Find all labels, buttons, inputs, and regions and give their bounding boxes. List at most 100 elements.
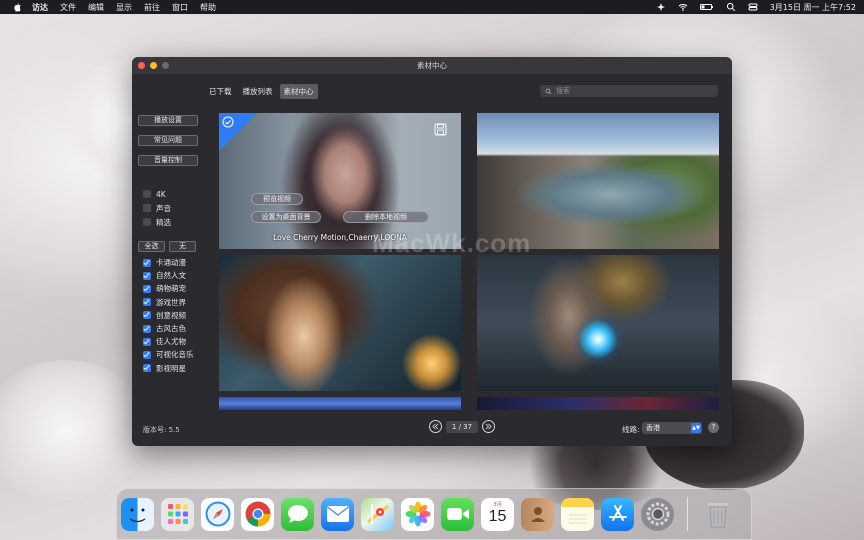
option-sound[interactable]: 声音 bbox=[143, 201, 200, 215]
page-indicator[interactable]: 1 / 37 bbox=[446, 420, 478, 433]
search-box[interactable] bbox=[540, 85, 718, 97]
calendar-month: 3月 bbox=[493, 501, 502, 508]
menu-finder[interactable]: 访达 bbox=[32, 2, 48, 13]
safari-compass bbox=[205, 501, 230, 527]
wallpaper-tile[interactable] bbox=[477, 113, 719, 249]
wifi-icon[interactable] bbox=[678, 2, 688, 12]
contacts-icon[interactable] bbox=[521, 497, 554, 531]
messages-icon[interactable] bbox=[281, 497, 314, 531]
option-featured-checkbox[interactable] bbox=[143, 218, 151, 226]
delete-local-video-button[interactable]: 删除本地视频 bbox=[343, 211, 429, 223]
category-checkbox[interactable] bbox=[143, 337, 151, 346]
category-item[interactable]: 自然人文 bbox=[143, 269, 200, 282]
help-button[interactable]: ? bbox=[708, 422, 719, 433]
search-input[interactable] bbox=[556, 87, 706, 95]
spotlight-search-icon[interactable] bbox=[726, 2, 736, 12]
volume-control-button[interactable]: 音量控制 bbox=[138, 155, 198, 166]
option-sound-checkbox[interactable] bbox=[143, 204, 151, 212]
mail-icon[interactable] bbox=[321, 497, 354, 531]
app-store-icon[interactable] bbox=[601, 497, 634, 531]
category-checkbox[interactable] bbox=[143, 311, 151, 320]
launchpad-icon[interactable] bbox=[161, 497, 194, 531]
photos-flower bbox=[405, 501, 430, 527]
category-item[interactable]: 游戏世界 bbox=[143, 296, 200, 309]
set-as-wallpaper-button[interactable]: 设置为桌面背景 bbox=[251, 211, 321, 223]
app-store-a bbox=[608, 505, 627, 521]
option-4k[interactable]: 4K bbox=[143, 187, 200, 201]
save-icon[interactable] bbox=[434, 123, 447, 136]
tab-playlist[interactable]: 播放列表 bbox=[239, 84, 277, 99]
control-center-icon[interactable] bbox=[748, 2, 758, 12]
app-status-icon[interactable] bbox=[656, 2, 666, 12]
calendar-day: 15 bbox=[488, 507, 507, 525]
search-icon bbox=[545, 88, 552, 94]
wallpaper-thumbnail bbox=[477, 397, 719, 410]
menu-window[interactable]: 窗口 bbox=[172, 2, 188, 13]
chevron-updown-icon: ▲▼ bbox=[691, 423, 701, 433]
chrome-icon[interactable] bbox=[241, 497, 274, 531]
preview-video-button[interactable]: 预览视频 bbox=[251, 193, 303, 205]
menu-help[interactable]: 帮助 bbox=[200, 2, 216, 13]
faq-button[interactable]: 常见问题 bbox=[138, 135, 198, 146]
menu-view[interactable]: 显示 bbox=[116, 2, 132, 13]
playback-settings-button[interactable]: 播放设置 bbox=[138, 115, 198, 126]
category-checkbox[interactable] bbox=[143, 284, 151, 293]
tab-material-center[interactable]: 素材中心 bbox=[279, 84, 318, 99]
select-all-button[interactable]: 全选 bbox=[138, 241, 165, 252]
apple-icon[interactable] bbox=[12, 2, 22, 12]
photos-icon[interactable] bbox=[401, 497, 434, 531]
notes-icon[interactable] bbox=[561, 497, 594, 531]
tab-bar: 已下载 播放列表 素材中心 bbox=[205, 84, 318, 99]
wallpaper-tile[interactable] bbox=[219, 255, 461, 391]
calendar-icon[interactable]: 3月 15 bbox=[481, 497, 514, 531]
category-item[interactable]: 卡通动漫 bbox=[143, 256, 200, 269]
category-item[interactable]: 可视化音乐 bbox=[143, 348, 200, 361]
wallpaper-tile[interactable] bbox=[477, 397, 719, 410]
category-list: 卡通动漫 自然人文 萌物萌宠 游戏世界 创意视频 古风古色 佳人尤物 可视化音乐… bbox=[138, 256, 200, 375]
category-item[interactable]: 佳人尤物 bbox=[143, 335, 200, 348]
category-checkbox[interactable] bbox=[143, 258, 151, 267]
category-checkbox[interactable] bbox=[143, 271, 151, 280]
option-featured[interactable]: 精选 bbox=[143, 215, 200, 229]
finder-icon[interactable] bbox=[121, 497, 154, 531]
system-preferences-icon[interactable] bbox=[641, 497, 674, 531]
battery-icon[interactable] bbox=[699, 2, 714, 12]
previous-page-button[interactable] bbox=[429, 420, 442, 433]
window-title: 素材中心 bbox=[417, 61, 447, 70]
category-label: 古风古色 bbox=[156, 324, 186, 334]
category-item[interactable]: 古风古色 bbox=[143, 322, 200, 335]
trash-icon[interactable] bbox=[701, 498, 734, 531]
server-line-select[interactable]: 香港 ▲▼ bbox=[642, 422, 702, 434]
checkmark-circle-icon bbox=[222, 116, 234, 128]
tab-downloaded[interactable]: 已下载 bbox=[205, 84, 236, 99]
category-checkbox[interactable] bbox=[143, 350, 151, 359]
category-checkbox[interactable] bbox=[143, 324, 151, 333]
double-chevron-left-icon bbox=[432, 423, 439, 430]
option-4k-checkbox[interactable] bbox=[143, 190, 151, 198]
safari-icon[interactable] bbox=[201, 497, 234, 531]
category-item[interactable]: 创意视频 bbox=[143, 309, 200, 322]
menubar-clock[interactable]: 3月15日 周一 上午7:52 bbox=[770, 2, 856, 13]
version-label: 版本号: 5.5 bbox=[143, 426, 180, 434]
next-page-button[interactable] bbox=[482, 420, 495, 433]
category-checkbox[interactable] bbox=[143, 364, 151, 373]
mail-envelope bbox=[326, 506, 349, 522]
trash-can bbox=[707, 503, 728, 528]
menu-go[interactable]: 前往 bbox=[144, 2, 160, 13]
window-titlebar[interactable]: 素材中心 bbox=[132, 57, 732, 74]
maps-icon[interactable] bbox=[361, 497, 394, 531]
category-item[interactable]: 影视明星 bbox=[143, 362, 200, 375]
option-featured-label: 精选 bbox=[156, 217, 171, 227]
server-line-label: 线路: bbox=[622, 425, 640, 434]
pagination: 1 / 37 bbox=[429, 420, 495, 433]
category-item[interactable]: 萌物萌宠 bbox=[143, 282, 200, 295]
wallpaper-tile-selected[interactable]: 预览视频 设置为桌面背景 删除本地视频 Love Cherry Motion,C… bbox=[219, 113, 461, 249]
facetime-icon[interactable] bbox=[441, 497, 474, 531]
menu-edit[interactable]: 编辑 bbox=[88, 2, 104, 13]
wallpaper-tile[interactable] bbox=[477, 255, 719, 391]
category-checkbox[interactable] bbox=[143, 298, 151, 307]
menu-file[interactable]: 文件 bbox=[60, 2, 76, 13]
select-none-button[interactable]: 无 bbox=[169, 241, 196, 252]
wallpaper-tile[interactable] bbox=[219, 397, 461, 410]
